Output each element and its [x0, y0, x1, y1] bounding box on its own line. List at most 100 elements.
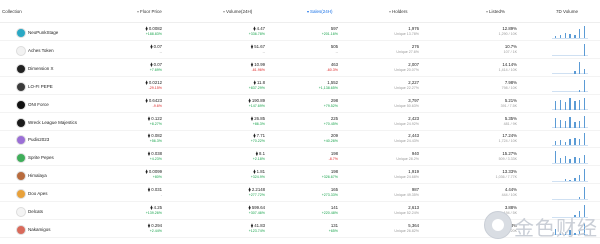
sparkline-bar: [574, 35, 576, 38]
sales-value: 198: [330, 151, 338, 157]
col-sales-label: Sales(24H): [310, 9, 333, 14]
sparkline-bar: [574, 178, 576, 182]
collection-name[interactable]: LO-FI PEPE: [28, 84, 53, 89]
floor-price-change: -9.6%: [152, 103, 162, 108]
sort-icon: ▾: [307, 9, 310, 14]
sales-change: -8.7%: [328, 157, 338, 162]
collection-name[interactable]: Dimension X: [28, 66, 54, 71]
table-row[interactable]: LO-FI PEPE ⧫ 0.0212 -29.15% ⧫ 11.8 +837.29% 1…: [0, 77, 600, 95]
sparkline-bar: [569, 180, 571, 182]
listed-count: 1,036 / 7.77K: [495, 175, 517, 180]
collection-name[interactable]: Nakamigos: [28, 227, 51, 232]
sparkline-bar: [559, 99, 562, 110]
collection-name[interactable]: Aches Token: [28, 48, 54, 53]
holders-unique: Unique 50.63%: [394, 103, 419, 108]
col-floor-price[interactable]: ▾Floor Price: [137, 9, 162, 14]
collection-name[interactable]: Himalaya: [28, 173, 47, 178]
sales-change: +273.33%: [321, 193, 338, 198]
volume-7d-sparkline: [552, 43, 588, 56]
sparkline-bar: [569, 97, 571, 110]
listed-count: 1,724 / 10K: [498, 139, 517, 144]
sparkline-bar: [564, 101, 566, 110]
sales-value: 141: [330, 205, 338, 210]
sparkline-bar: [574, 70, 576, 74]
col-volume[interactable]: ▾Volume(24H): [223, 9, 252, 14]
sales-value: 131: [330, 222, 338, 228]
holders-unique: Unique 26.82%: [394, 228, 419, 233]
sparkline-bar: [579, 175, 581, 182]
sparkline-bar: [579, 120, 581, 128]
collection-name[interactable]: Doo Apes: [28, 191, 48, 196]
table-row[interactable]: Wreck League Majestics ⧫ 0.122 +8.27% ⧫ 26.…: [0, 113, 600, 131]
volume-change: +2.18%: [252, 157, 265, 162]
floor-price-change: +4.23%: [149, 157, 162, 162]
sparkline-bar: [564, 142, 566, 146]
collection-name[interactable]: Sprite Pepes: [28, 155, 54, 160]
sparkline-bar: [555, 151, 557, 164]
sparkline-bar: [579, 158, 581, 164]
table-row[interactable]: Pudis2023 ⧫ 0.082 +56.3% ⧫ 7.71 +70.22% 209 +4…: [0, 130, 600, 149]
col-holders[interactable]: ▾Holders: [389, 9, 408, 14]
table-row[interactable]: ONI Force ⧫ 0.6423 -9.6% ⧫ 190.89 +147.69% 29…: [0, 95, 600, 113]
table-row[interactable]: Dimension X ⧫ 0.07 +7.69% ⧫ 10.99 -61.96% 463…: [0, 59, 600, 77]
sparkline-bar: [555, 100, 557, 110]
listed-value: 5.35%: [504, 115, 517, 121]
table-row[interactable]: Doo Apes ⧫ 0.031- ⧫ 2.2148 +277.72% 165 +273.…: [0, 184, 600, 203]
volume-change: +86.3%: [252, 121, 265, 126]
volume-7d-sparkline: [552, 79, 588, 92]
volume-7d-sparkline: [552, 25, 588, 38]
collection-name[interactable]: Pudis2023: [28, 137, 49, 142]
volume-7d-sparkline: [552, 97, 588, 110]
sales-value: 225: [330, 115, 338, 121]
holders-unique: Unique 24.43%: [394, 139, 419, 144]
sparkline-bar: [559, 35, 562, 38]
collection-avatar: [16, 99, 26, 110]
holders-unique: Unique 52.24%: [394, 211, 419, 215]
sparkline-baseline: [552, 73, 588, 74]
collection-avatar: [16, 171, 26, 182]
listed-count: 391 / 7.5K: [500, 103, 517, 108]
holders-unique: Unique 13.78%: [394, 32, 419, 36]
floor-price-change: -: [160, 193, 162, 198]
floor-price-change: +56.3%: [149, 139, 162, 144]
watermark-text: 金色财经: [514, 216, 598, 240]
volume-change: +324.9%: [250, 175, 265, 180]
sparkline-bar: [583, 155, 586, 164]
listed-value: 7.98%: [504, 79, 517, 85]
sales-value: 597: [330, 26, 338, 31]
col-listed[interactable]: ▾Listed%: [486, 9, 505, 14]
sparkline-bar: [583, 43, 586, 56]
sparkline-bar: [574, 138, 576, 146]
sales-change: --: [335, 49, 338, 54]
sales-change: +220.48%: [321, 211, 338, 215]
volume-change: +123.74%: [248, 228, 265, 233]
listed-value: 15.27%: [502, 151, 517, 157]
col-7d-volume: 7D Volume: [556, 9, 579, 14]
sparkline-bar: [564, 156, 566, 164]
sparkline-bar: [555, 141, 557, 146]
table-row[interactable]: Sprite Pepes ⧫ 0.038 +4.23% ⧫ 8.1 +2.18% 198-…: [0, 148, 600, 167]
col-sales[interactable]: ▾Sales(24H): [307, 9, 333, 14]
collection-avatar: [16, 135, 26, 146]
sales-value: 505: [330, 43, 338, 49]
sparkline-bar: [555, 117, 557, 128]
collection-name[interactable]: ONI Force: [28, 102, 49, 107]
collection-avatar: [16, 45, 26, 56]
table-row[interactable]: Himalaya ⧫ 0.0099 +80% ⧫ 1.81 +324.9% 198 +326…: [0, 166, 600, 185]
holders-value: 2,227: [408, 79, 419, 85]
sparkline-bar: [579, 99, 581, 110]
holders-unique: Unique 20.07%: [394, 67, 419, 72]
col-collection[interactable]: Collection: [2, 9, 22, 14]
collection-name[interactable]: Delcats: [28, 209, 43, 214]
listed-count: 107 / 1K: [503, 49, 517, 54]
sort-icon: ▾: [486, 9, 489, 14]
table-row[interactable]: Aches Token ⧫ 0.07 -- ⧫ 51.67 -- 505 -- 276 Uniq…: [0, 41, 600, 59]
collection-avatar: [16, 207, 26, 217]
table-row[interactable]: NeoPunkStage ⧫ 0.0082 +188.83% ⧫ 4.47 +336.7…: [0, 23, 600, 41]
holders-value: 987: [411, 187, 419, 193]
holders-value: 2,443: [408, 133, 419, 139]
collection-name[interactable]: NeoPunkStage: [28, 30, 58, 35]
collection-name[interactable]: Wreck League Majestics: [28, 120, 77, 125]
sparkline-bar: [583, 169, 586, 182]
collection-avatar: [16, 28, 26, 38]
